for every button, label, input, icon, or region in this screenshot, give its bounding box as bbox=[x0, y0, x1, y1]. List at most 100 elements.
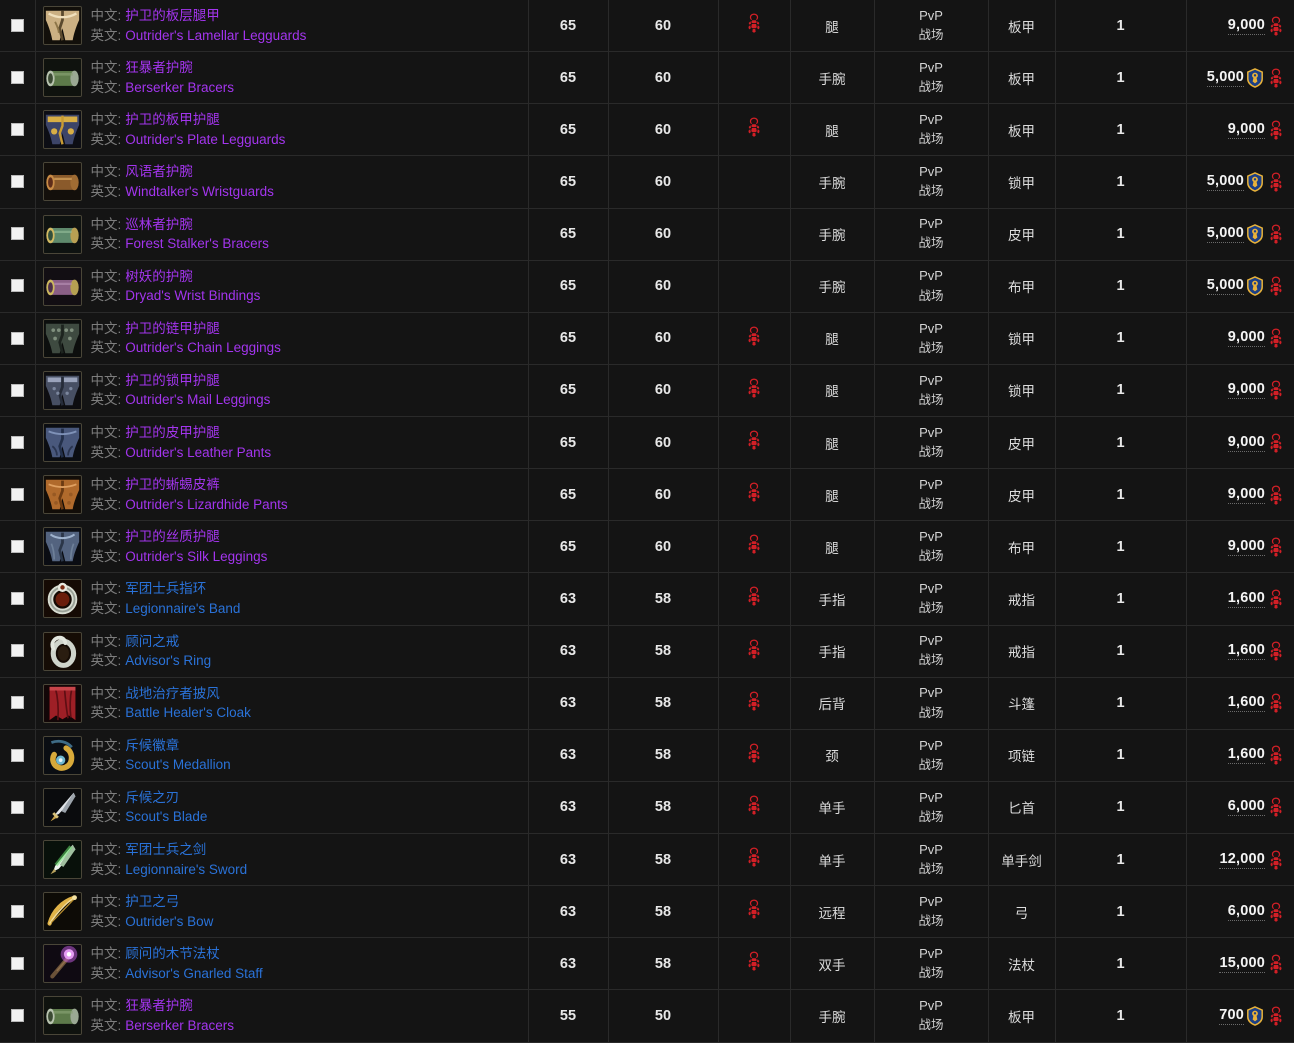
row-checkbox[interactable] bbox=[10, 957, 24, 971]
item-icon[interactable] bbox=[42, 527, 82, 567]
item-name-en[interactable]: Scout's Blade bbox=[121, 809, 207, 824]
item-name-cn[interactable]: 护卫的丝质护腿 bbox=[121, 529, 220, 544]
item-name-en[interactable]: Berserker Bracers bbox=[121, 1018, 234, 1033]
item-icon[interactable] bbox=[42, 631, 82, 671]
row-checkbox[interactable] bbox=[10, 123, 24, 137]
row-select-cell[interactable] bbox=[0, 103, 36, 156]
table-row[interactable]: 中文: 顾问之戒 英文: Advisor's Ring 63 58 手指 PvP 战场 戒指 1 1,… bbox=[0, 625, 1294, 678]
item-cell[interactable]: 中文: 顾问之戒 英文: Advisor's Ring bbox=[35, 625, 529, 678]
row-checkbox[interactable] bbox=[10, 696, 24, 710]
item-name-en[interactable]: Legionnaire's Band bbox=[121, 601, 240, 616]
item-cell[interactable]: 中文: 树妖的护腕 英文: Dryad's Wrist Bindings bbox=[35, 260, 529, 313]
item-icon[interactable] bbox=[42, 892, 82, 932]
row-checkbox[interactable] bbox=[10, 175, 24, 189]
row-select-cell[interactable] bbox=[0, 0, 36, 52]
row-checkbox[interactable] bbox=[10, 644, 24, 658]
item-name-en[interactable]: Outrider's Leather Pants bbox=[121, 445, 271, 460]
table-row[interactable]: 中文: 斥候徽章 英文: Scout's Medallion 63 58 颈 PvP 战场 项链 1… bbox=[0, 729, 1294, 782]
item-cell[interactable]: 中文: 狂暴者护腕 英文: Berserker Bracers bbox=[35, 51, 529, 104]
item-name-en[interactable]: Battle Healer's Cloak bbox=[121, 705, 251, 720]
item-name-en[interactable]: Advisor's Gnarled Staff bbox=[121, 966, 262, 981]
item-icon[interactable] bbox=[42, 266, 82, 306]
row-checkbox[interactable] bbox=[10, 540, 24, 554]
row-checkbox[interactable] bbox=[10, 279, 24, 293]
item-icon[interactable] bbox=[42, 683, 82, 723]
item-name-en[interactable]: Outrider's Chain Leggings bbox=[121, 340, 281, 355]
row-select-cell[interactable] bbox=[0, 781, 36, 834]
item-name-cn[interactable]: 护卫的蜥蜴皮裤 bbox=[121, 477, 220, 492]
row-checkbox[interactable] bbox=[10, 852, 24, 866]
item-icon[interactable] bbox=[42, 58, 82, 98]
row-checkbox[interactable] bbox=[10, 18, 24, 32]
item-icon[interactable] bbox=[42, 370, 82, 410]
item-cell[interactable]: 中文: 护卫之弓 英文: Outrider's Bow bbox=[35, 885, 529, 938]
item-icon[interactable] bbox=[42, 162, 82, 202]
row-select-cell[interactable] bbox=[0, 312, 36, 365]
item-cell[interactable]: 中文: 顾问的木节法杖 英文: Advisor's Gnarled Staff bbox=[35, 937, 529, 990]
table-row[interactable]: 中文: 护卫的皮甲护腿 英文: Outrider's Leather Pants 65 6… bbox=[0, 416, 1294, 469]
table-row[interactable]: 中文: 护卫的丝质护腿 英文: Outrider's Silk Leggings 65 6… bbox=[0, 520, 1294, 573]
item-cell[interactable]: 中文: 护卫的板甲护腿 英文: Outrider's Plate Legguards bbox=[35, 103, 529, 156]
item-cell[interactable]: 中文: 军团士兵指环 英文: Legionnaire's Band bbox=[35, 572, 529, 625]
item-name-en[interactable]: Advisor's Ring bbox=[121, 653, 211, 668]
item-name-en[interactable]: Windtalker's Wristguards bbox=[121, 184, 274, 199]
row-checkbox[interactable] bbox=[10, 435, 24, 449]
table-row[interactable]: 中文: 顾问的木节法杖 英文: Advisor's Gnarled Staff 63 58… bbox=[0, 937, 1294, 990]
item-name-cn[interactable]: 军团士兵之剑 bbox=[121, 842, 206, 857]
item-cell[interactable]: 中文: 护卫的锁甲护腿 英文: Outrider's Mail Leggings bbox=[35, 364, 529, 417]
row-checkbox[interactable] bbox=[10, 592, 24, 606]
row-select-cell[interactable] bbox=[0, 833, 36, 886]
item-name-cn[interactable]: 战地治疗者披风 bbox=[121, 686, 220, 701]
row-select-cell[interactable] bbox=[0, 260, 36, 313]
row-select-cell[interactable] bbox=[0, 416, 36, 469]
item-icon[interactable] bbox=[42, 475, 82, 515]
row-select-cell[interactable] bbox=[0, 51, 36, 104]
item-icon[interactable] bbox=[42, 840, 82, 880]
row-select-cell[interactable] bbox=[0, 625, 36, 678]
table-row[interactable]: 中文: 护卫的锁甲护腿 英文: Outrider's Mail Leggings 65 6… bbox=[0, 364, 1294, 417]
item-icon[interactable] bbox=[42, 214, 82, 254]
table-row[interactable]: 中文: 树妖的护腕 英文: Dryad's Wrist Bindings 65 60 手腕 P… bbox=[0, 260, 1294, 313]
item-cell[interactable]: 中文: 军团士兵之剑 英文: Legionnaire's Sword bbox=[35, 833, 529, 886]
item-icon[interactable] bbox=[42, 423, 82, 463]
item-cell[interactable]: 中文: 风语者护腕 英文: Windtalker's Wristguards bbox=[35, 155, 529, 208]
item-name-cn[interactable]: 狂暴者护腕 bbox=[121, 60, 193, 75]
item-name-cn[interactable]: 护卫的皮甲护腿 bbox=[121, 425, 220, 440]
row-select-cell[interactable] bbox=[0, 885, 36, 938]
item-name-en[interactable]: Outrider's Bow bbox=[121, 914, 213, 929]
item-name-cn[interactable]: 顾问之戒 bbox=[121, 634, 179, 649]
row-select-cell[interactable] bbox=[0, 364, 36, 417]
item-name-en[interactable]: Outrider's Plate Legguards bbox=[121, 132, 285, 147]
table-row[interactable]: 中文: 护卫之弓 英文: Outrider's Bow 63 58 远程 PvP 战场弓 1 6,0… bbox=[0, 885, 1294, 938]
row-checkbox[interactable] bbox=[10, 800, 24, 814]
row-select-cell[interactable] bbox=[0, 989, 36, 1042]
row-select-cell[interactable] bbox=[0, 208, 36, 261]
table-row[interactable]: 中文: 护卫的板层腿甲 英文: Outrider's Lamellar Legguar… bbox=[0, 0, 1294, 52]
item-icon[interactable] bbox=[42, 110, 82, 150]
item-icon[interactable] bbox=[42, 735, 82, 775]
item-icon[interactable] bbox=[42, 996, 82, 1036]
table-row[interactable]: 中文: 战地治疗者披风 英文: Battle Healer's Cloak 63 58 后背… bbox=[0, 677, 1294, 730]
item-name-cn[interactable]: 巡林者护腕 bbox=[121, 217, 193, 232]
row-select-cell[interactable] bbox=[0, 677, 36, 730]
row-select-cell[interactable] bbox=[0, 520, 36, 573]
item-name-cn[interactable]: 军团士兵指环 bbox=[121, 581, 206, 596]
row-checkbox[interactable] bbox=[10, 227, 24, 241]
item-name-en[interactable]: Outrider's Silk Leggings bbox=[121, 549, 267, 564]
row-select-cell[interactable] bbox=[0, 937, 36, 990]
item-cell[interactable]: 中文: 护卫的皮甲护腿 英文: Outrider's Leather Pants bbox=[35, 416, 529, 469]
item-name-cn[interactable]: 护卫的链甲护腿 bbox=[121, 321, 220, 336]
row-checkbox[interactable] bbox=[10, 487, 24, 501]
item-name-en[interactable]: Scout's Medallion bbox=[121, 757, 230, 772]
row-select-cell[interactable] bbox=[0, 468, 36, 521]
item-cell[interactable]: 中文: 巡林者护腕 英文: Forest Stalker's Bracers bbox=[35, 208, 529, 261]
item-name-cn[interactable]: 风语者护腕 bbox=[121, 164, 193, 179]
item-name-en[interactable]: Legionnaire's Sword bbox=[121, 862, 247, 877]
item-name-en[interactable]: Dryad's Wrist Bindings bbox=[121, 288, 260, 303]
item-cell[interactable]: 中文: 狂暴者护腕 英文: Berserker Bracers bbox=[35, 989, 529, 1042]
table-row[interactable]: 中文: 巡林者护腕 英文: Forest Stalker's Bracers 65 60 手… bbox=[0, 208, 1294, 261]
row-select-cell[interactable] bbox=[0, 572, 36, 625]
item-cell[interactable]: 中文: 战地治疗者披风 英文: Battle Healer's Cloak bbox=[35, 677, 529, 730]
item-cell[interactable]: 中文: 斥候徽章 英文: Scout's Medallion bbox=[35, 729, 529, 782]
table-row[interactable]: 中文: 护卫的蜥蜴皮裤 英文: Outrider's Lizardhide Pants… bbox=[0, 468, 1294, 521]
